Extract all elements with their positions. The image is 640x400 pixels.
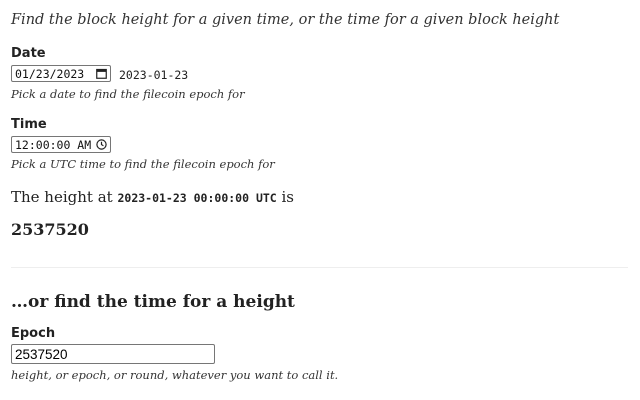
- time-hint: Pick a UTC time to find the filecoin epo…: [11, 157, 275, 171]
- calendar-icon[interactable]: [95, 68, 107, 80]
- intro-text: Find the block height for a given time, …: [11, 12, 560, 28]
- clock-icon[interactable]: [95, 139, 107, 151]
- epoch-input[interactable]: [11, 344, 215, 364]
- result-height: 2537520: [11, 220, 89, 239]
- result-prefix: The height at: [11, 188, 113, 206]
- time-input-value: 12:00:00 AM: [15, 137, 92, 152]
- result-timestamp: 2023-01-23 00:00:00 UTC: [117, 191, 277, 205]
- date-input[interactable]: 01/23/2023: [11, 65, 111, 82]
- result-suffix: is: [281, 188, 295, 206]
- date-echo: 2023-01-23: [119, 68, 189, 82]
- result-sentence: The height at 2023-01-23 00:00:00 UTC is: [11, 188, 294, 206]
- reverse-heading: …or find the time for a height: [11, 292, 295, 312]
- page: Find the block height for a given time, …: [0, 0, 640, 400]
- section-divider: [11, 267, 628, 268]
- epoch-hint: height, or epoch, or round, whatever you…: [11, 368, 339, 382]
- date-input-value: 01/23/2023: [15, 66, 85, 81]
- date-hint: Pick a date to find the filecoin epoch f…: [11, 87, 245, 101]
- epoch-label: Epoch: [11, 326, 56, 341]
- date-label: Date: [11, 46, 46, 61]
- time-input[interactable]: 12:00:00 AM: [11, 136, 111, 153]
- time-label: Time: [11, 117, 47, 132]
